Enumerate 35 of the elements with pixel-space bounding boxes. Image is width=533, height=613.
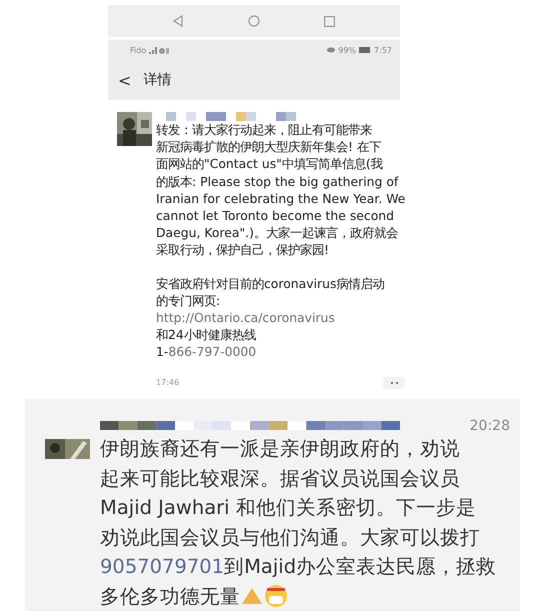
message-text: 的专门网页: (156, 292, 220, 308)
message-text: 多伦多功德无量 (100, 584, 240, 610)
message-text: 转发：请大家行动起来，阻止有可能带来 (156, 122, 372, 137)
post-time: 17:46 (156, 378, 180, 388)
message-text: 新冠病毒扩散的伊朗大型庆新年集会! 在下 (156, 139, 381, 154)
back-button[interactable]: < (118, 70, 132, 90)
message-text: 面网站的"Contact us"中填写简单信息(我 (156, 156, 383, 172)
link-text[interactable]: 866-797-0000 (168, 344, 256, 360)
signal-icon (149, 46, 170, 54)
message-text: Iranian for celebrating the New Year. We (156, 190, 406, 206)
back-icon[interactable] (172, 15, 183, 27)
message-text: Majid Jawhari 和他们关系密切。下一步是 (100, 495, 476, 521)
more-button[interactable] (383, 376, 406, 389)
battery-icon (359, 47, 372, 53)
home-icon[interactable] (248, 15, 260, 27)
page-title: 详情 (143, 71, 172, 89)
message-text: 起来可能比较艰深。据省议员说国会议员 (100, 466, 460, 492)
message-text: 采取行动，保护自己，保护家园! (156, 242, 329, 258)
mask-face-icon (264, 584, 288, 608)
link-text[interactable]: 9057079701 (100, 552, 224, 582)
battery-text: 99% (338, 46, 356, 54)
message-text: 和24小时健康热线 (156, 327, 256, 342)
recents-icon[interactable] (324, 16, 336, 26)
link-text[interactable]: http://Ontario.ca/coronavirus (156, 310, 335, 326)
message-text: Daegu, Korea".)。大家一起谏言，政府就会 (156, 225, 398, 240)
clock-text: 7:57 (374, 46, 392, 54)
message-text: 到Majid办公室表达民愿，拯救 (224, 554, 496, 580)
message-text: 伊朗族裔还有一派是亲伊朗政府的，劝说 (100, 436, 460, 462)
message-text: 劝说此国会议员与他们沟通。大家可以拨打 (100, 524, 480, 550)
message-text: 的版本: Please stop the big gathering of (156, 174, 398, 189)
message-text: 1- (156, 344, 168, 360)
message-text: 安省政府针对目前的coronavirus病情启动 (156, 276, 384, 291)
carrier-text: Fido (130, 46, 146, 54)
message-text: cannot let Toronto become the second (156, 208, 394, 224)
message-time: 20:28 (470, 418, 510, 434)
